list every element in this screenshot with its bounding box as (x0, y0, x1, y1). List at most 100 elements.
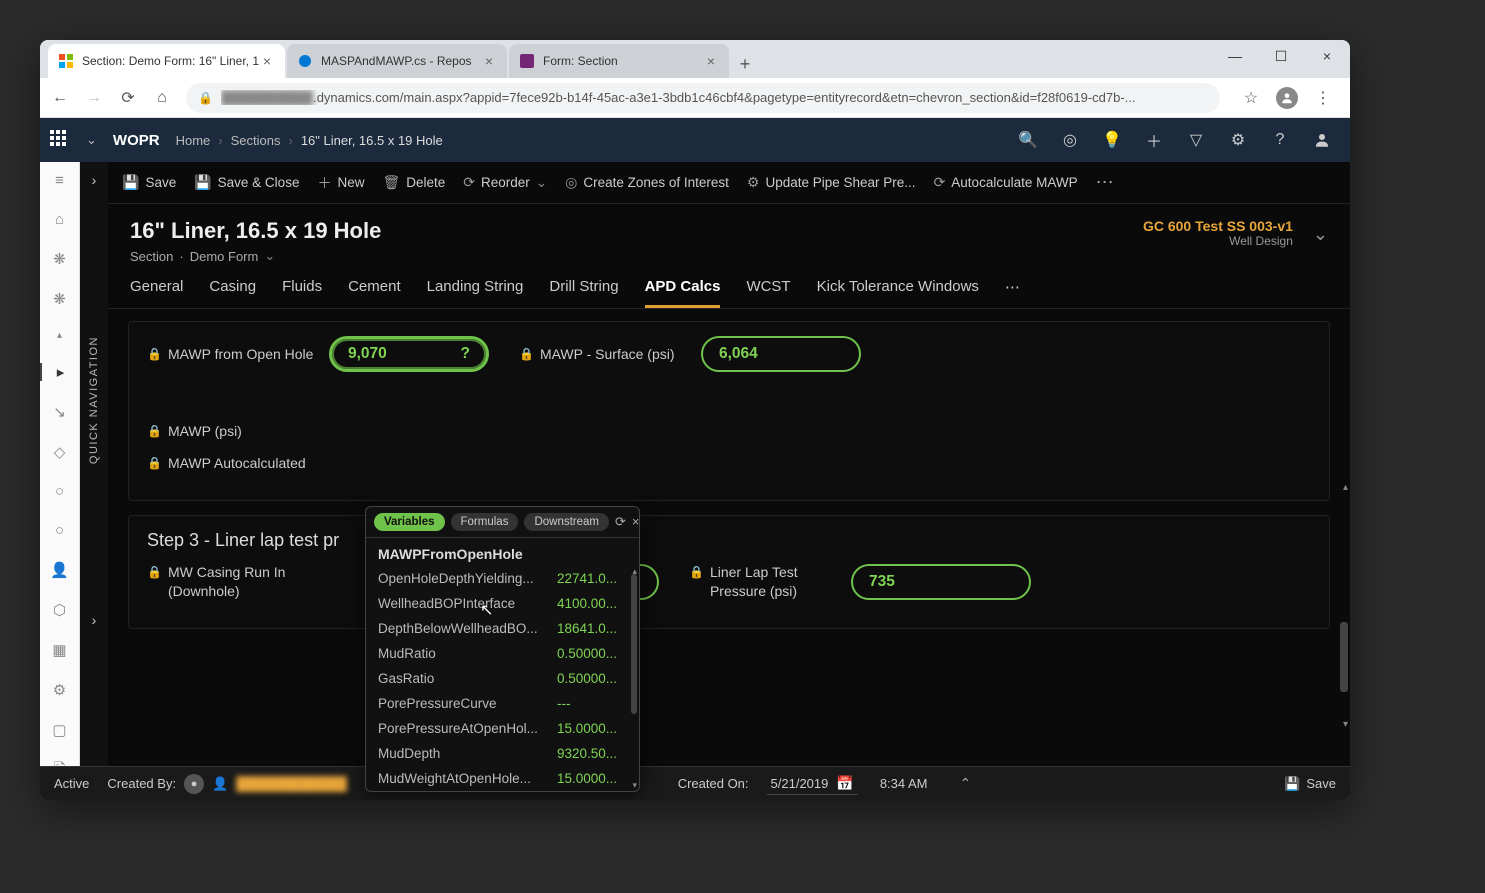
popup-row[interactable]: WellheadBOPInterface4100.00... (366, 591, 639, 616)
zones-button[interactable]: ◎Create Zones of Interest (565, 174, 729, 191)
scrollbar-thumb[interactable] (1340, 622, 1348, 692)
search-icon[interactable]: 🔍 (1018, 130, 1038, 150)
tab-drill-string[interactable]: Drill String (549, 278, 618, 308)
record-status: Active (54, 776, 89, 791)
rail-active-icon[interactable]: ▸ (40, 363, 79, 381)
popup-close-icon[interactable]: × (632, 514, 640, 530)
avatar-icon: 👤 (212, 776, 228, 792)
rail-link-icon[interactable]: ↘ (50, 403, 70, 421)
filter-icon[interactable]: ▽ (1186, 130, 1206, 150)
tab-wcst[interactable]: WCST (746, 278, 790, 308)
scroll-down-icon[interactable]: ▾ (632, 780, 637, 791)
input-mawp-open-hole[interactable]: 9,070? (329, 336, 489, 372)
rail-entity1-icon[interactable]: ❋ (50, 250, 70, 268)
popup-row[interactable]: GasRatio0.50000... (366, 666, 639, 691)
save-button[interactable]: 💾Save (122, 174, 176, 191)
bookmark-star-icon[interactable]: ☆ (1240, 87, 1262, 109)
nav-home-icon[interactable]: ⌂ (152, 88, 172, 108)
rail-caret-icon[interactable]: ▴ (50, 330, 70, 341)
popup-tab-downstream[interactable]: Downstream (524, 513, 609, 531)
breadcrumb-home[interactable]: Home (176, 133, 211, 148)
rail-person-icon[interactable]: 👤 (50, 561, 70, 579)
tab-close-icon[interactable]: × (259, 53, 275, 69)
reorder-button[interactable]: ⟳Reorder ⌄ (463, 174, 547, 191)
tab-fluids[interactable]: Fluids (282, 278, 322, 308)
add-icon[interactable]: ＋ (1144, 130, 1164, 150)
tab-cement[interactable]: Cement (348, 278, 401, 308)
new-tab-button[interactable]: + (731, 50, 759, 78)
browser-tab-2[interactable]: MASPAndMAWP.cs - Repos × (287, 44, 507, 78)
nav-back-icon[interactable]: ← (50, 88, 70, 108)
rail-square-icon[interactable]: ◇ (50, 443, 70, 461)
rail-grid-icon[interactable]: ▦ (50, 641, 70, 659)
more-commands-icon[interactable]: ⋯ (1096, 172, 1114, 193)
popup-row[interactable]: DepthBelowWellheadBO...18641.0... (366, 616, 639, 641)
footer-save-button[interactable]: 💾Save (1284, 776, 1336, 792)
header-collapse-icon[interactable]: ⌄ (1313, 224, 1328, 245)
input-mawp-surface[interactable]: 6,064 (701, 336, 861, 372)
content-scrollbar[interactable]: ▴ ▾ (1338, 482, 1348, 730)
footer-expand-icon[interactable]: ⌃ (960, 775, 972, 792)
address-input[interactable]: 🔒 ██████████.dynamics.com/main.aspx?appi… (186, 83, 1220, 113)
rail-circle2-icon[interactable]: ○ (50, 522, 70, 539)
account-icon[interactable] (1276, 87, 1298, 109)
user-icon[interactable] (1312, 130, 1332, 150)
calendar-icon[interactable]: 📅 (836, 775, 853, 792)
input-liner-lap[interactable]: 735 (851, 564, 1031, 600)
popup-refresh-icon[interactable]: ⟳ (615, 514, 626, 530)
tab-general[interactable]: General (130, 278, 183, 308)
chevron-down-icon[interactable]: ⌄ (264, 248, 275, 264)
created-by-name[interactable]: ████████████ (236, 776, 347, 791)
created-on-time-input[interactable]: 8:34 AM (876, 774, 932, 793)
idea-icon[interactable]: 💡 (1102, 130, 1122, 150)
autocalc-button[interactable]: ⟳Autocalculate MAWP (934, 174, 1078, 191)
help-icon[interactable]: ? (1270, 130, 1290, 150)
lock-icon: 🔒 (689, 565, 704, 581)
popup-row[interactable]: PorePressureAtOpenHol...15.0000... (366, 716, 639, 741)
chevron-down-icon[interactable]: ⌄ (86, 132, 97, 148)
help-indicator-icon[interactable]: ? (461, 345, 470, 363)
rail-hub-icon[interactable]: ⬡ (50, 601, 70, 619)
rail-home-icon[interactable]: ⌂ (50, 211, 70, 228)
save-close-button[interactable]: 💾Save & Close (194, 174, 299, 191)
rail-entity2-icon[interactable]: ❋ (50, 290, 70, 308)
gear-icon[interactable]: ⚙ (1228, 130, 1248, 150)
browser-tab-1[interactable]: Section: Demo Form: 16" Liner, 1 × (48, 44, 285, 78)
popup-tab-variables[interactable]: Variables (374, 513, 445, 531)
related-record[interactable]: GC 600 Test SS 003-v1 Well Design (1143, 218, 1293, 248)
tab-overflow-icon[interactable]: ⋯ (1005, 278, 1020, 308)
tab-close-icon[interactable]: × (703, 53, 719, 69)
tab-landing-string[interactable]: Landing String (427, 278, 524, 308)
popup-tab-formulas[interactable]: Formulas (451, 513, 519, 531)
rail-circle-icon[interactable]: ○ (50, 483, 70, 500)
created-on-date-input[interactable]: 5/21/2019 📅 (767, 773, 858, 795)
popup-row[interactable]: MudRatio0.50000... (366, 641, 639, 666)
chrome-menu-icon[interactable]: ⋮ (1312, 87, 1334, 109)
tab-close-icon[interactable]: × (481, 53, 497, 69)
window-maximize-icon[interactable]: ☐ (1258, 40, 1304, 72)
quick-nav-next-icon[interactable]: › (92, 612, 97, 628)
popup-row[interactable]: OpenHoleDepthYielding...22741.0... (366, 566, 639, 591)
popup-scrollbar[interactable] (629, 566, 637, 791)
delete-button[interactable]: 🗑Delete (382, 174, 445, 191)
window-close-icon[interactable]: × (1304, 40, 1350, 72)
tab-apd-calcs[interactable]: APD Calcs (645, 278, 721, 308)
popup-row[interactable]: MudDepth9320.50... (366, 741, 639, 766)
popup-row[interactable]: MudWeightAtOpenHole...15.0000... (366, 766, 639, 791)
window-minimize-icon[interactable]: — (1212, 40, 1258, 72)
rail-menu-icon[interactable]: ≡ (50, 172, 70, 189)
popup-row[interactable]: PorePressureCurve--- (366, 691, 639, 716)
new-button[interactable]: ＋New (317, 173, 364, 193)
nav-reload-icon[interactable]: ⟳ (118, 88, 138, 108)
nav-forward-icon[interactable]: → (84, 88, 104, 108)
quick-nav-expand-icon[interactable]: › (92, 172, 97, 188)
browser-tab-3[interactable]: Form: Section × (509, 44, 729, 78)
rail-box-icon[interactable]: ▢ (50, 721, 70, 739)
rail-gear-icon[interactable]: ⚙ (50, 681, 70, 699)
app-launcher-icon[interactable] (50, 130, 70, 150)
tab-casing[interactable]: Casing (209, 278, 256, 308)
task-icon[interactable]: ◎ (1060, 130, 1080, 150)
shear-button[interactable]: ⚙Update Pipe Shear Pre... (747, 174, 916, 191)
breadcrumb-sections[interactable]: Sections (231, 133, 281, 148)
tab-kick-tolerance[interactable]: Kick Tolerance Windows (817, 278, 979, 308)
